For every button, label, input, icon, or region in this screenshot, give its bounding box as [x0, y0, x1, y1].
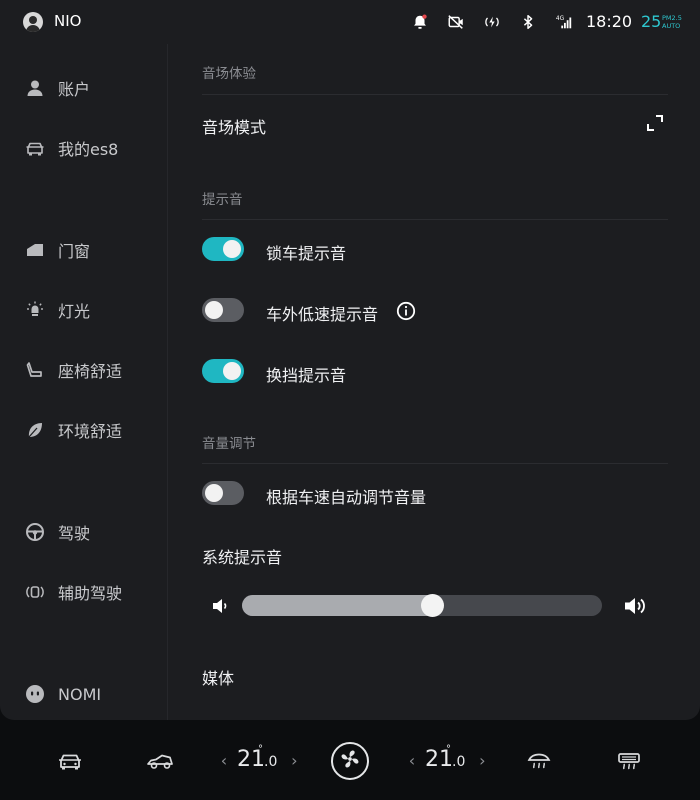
- aqi-label-pm25: PM2.5: [662, 14, 682, 22]
- right-temp-decrease[interactable]: ‹: [405, 751, 419, 770]
- sidebar-item-driver-assist[interactable]: 辅助驾驶: [24, 577, 122, 607]
- notification-bell-icon[interactable]: [410, 12, 430, 32]
- rear-defrost-icon[interactable]: [612, 744, 646, 778]
- low-speed-alert-label: 车外低速提示音: [266, 305, 379, 324]
- avatar[interactable]: [23, 12, 43, 32]
- clock: 18:20: [586, 12, 633, 31]
- bluetooth-icon[interactable]: [518, 12, 538, 32]
- right-temp-increase[interactable]: ›: [475, 751, 489, 770]
- divider: [202, 219, 668, 220]
- sound-field-mode-label[interactable]: 音场模式: [202, 114, 266, 138]
- seat-icon: [24, 359, 46, 381]
- divider: [202, 463, 668, 464]
- info-icon[interactable]: [396, 301, 416, 321]
- expand-icon[interactable]: [646, 114, 664, 132]
- convertible-car-icon[interactable]: [143, 744, 177, 778]
- aqi-value[interactable]: 25: [641, 12, 661, 31]
- system-alert-volume-label: 系统提示音: [202, 548, 283, 567]
- sidebar-item-seat-comfort[interactable]: 座椅舒适: [24, 355, 122, 385]
- volume-high-icon[interactable]: [622, 593, 648, 619]
- leaf-icon: [24, 419, 46, 441]
- toggle-knob: [205, 484, 223, 502]
- section-title-alerts: 提示音: [202, 192, 243, 208]
- front-defrost-icon[interactable]: [522, 744, 556, 778]
- sidebar-item-label: 账户: [58, 80, 91, 99]
- toggle-low-speed-alert[interactable]: [202, 298, 244, 322]
- screen: NIO 4G 18:20 25 PM2.5 AUTO 账户 我的es8 门窗 灯…: [0, 0, 700, 720]
- sidebar-item-label: 我的es8: [58, 140, 119, 159]
- network-type-label: 4G: [556, 16, 565, 22]
- left-temp-decimal: .0: [264, 754, 278, 770]
- toggle-gear-shift-alert[interactable]: [202, 359, 244, 383]
- system-alert-volume-slider[interactable]: [242, 594, 602, 617]
- status-bar: NIO 4G 18:20 25 PM2.5 AUTO: [0, 0, 700, 44]
- left-temp-decrease[interactable]: ‹: [217, 751, 231, 770]
- sidebar: 账户 我的es8 门窗 灯光 座椅舒适 环境舒适 驾驶 辅助驾驶 NOMI: [0, 44, 168, 720]
- slider-knob[interactable]: [421, 594, 445, 617]
- toggle-speed-volume[interactable]: [202, 481, 244, 505]
- driver-assist-icon: [24, 581, 46, 603]
- media-label[interactable]: 媒体: [202, 665, 234, 689]
- sidebar-item-label: 驾驶: [58, 524, 91, 543]
- sidebar-item-lights[interactable]: 灯光: [24, 295, 90, 325]
- left-temperature: ‹ 21 ° .0 ›: [217, 744, 301, 772]
- user-icon: [24, 77, 46, 99]
- sidebar-item-label: NOMI: [58, 684, 102, 704]
- sidebar-item-climate-comfort[interactable]: 环境舒适: [24, 415, 122, 445]
- sidebar-item-my-es8[interactable]: 我的es8: [24, 133, 118, 163]
- right-temp-decimal: .0: [452, 754, 466, 770]
- degree-symbol: °: [258, 744, 263, 755]
- sidebar-item-label: 辅助驾驶: [58, 584, 123, 603]
- gear-shift-alert-label: 换挡提示音: [266, 366, 347, 385]
- signal-4g-icon: 4G: [554, 12, 574, 32]
- sidebar-item-label: 门窗: [58, 242, 91, 261]
- right-temperature: ‹ 21 ° .0 ›: [405, 744, 489, 772]
- section-title-volume: 音量调节: [202, 436, 256, 452]
- sidebar-item-driving[interactable]: 驾驶: [24, 517, 90, 547]
- climate-bar: ‹ 21 ° .0 › ‹ 21 ° .0 ›: [0, 720, 700, 800]
- sidebar-item-nomi[interactable]: NOMI: [24, 679, 101, 709]
- brand-label: NIO: [54, 12, 82, 30]
- degree-symbol: °: [446, 744, 451, 755]
- window-icon: [24, 239, 46, 261]
- steering-wheel-icon: [24, 521, 46, 543]
- sidebar-item-label: 环境舒适: [58, 422, 123, 441]
- aqi-label: PM2.5 AUTO: [662, 14, 682, 30]
- car-front-icon[interactable]: [53, 744, 87, 778]
- camera-off-icon[interactable]: [446, 12, 466, 32]
- light-icon: [24, 299, 46, 321]
- speed-volume-label: 根据车速自动调节音量: [266, 488, 427, 507]
- divider: [202, 94, 668, 95]
- fan-icon: [339, 748, 361, 774]
- slider-fill: [242, 595, 433, 616]
- sidebar-item-label: 灯光: [58, 302, 91, 321]
- section-title-sound-field: 音场体验: [202, 66, 256, 82]
- nomi-icon: [24, 683, 46, 705]
- sidebar-item-doors-windows[interactable]: 门窗: [24, 235, 90, 265]
- left-temp-increase[interactable]: ›: [287, 751, 301, 770]
- wireless-charging-icon[interactable]: [482, 12, 502, 32]
- toggle-knob: [223, 362, 241, 380]
- lock-alert-label: 锁车提示音: [266, 244, 347, 263]
- toggle-lock-alert[interactable]: [202, 237, 244, 261]
- car-icon: [24, 137, 46, 159]
- volume-low-icon[interactable]: [210, 595, 232, 617]
- toggle-knob: [205, 301, 223, 319]
- sidebar-item-label: 座椅舒适: [58, 362, 123, 381]
- aqi-label-auto: AUTO: [662, 22, 681, 30]
- sidebar-item-account[interactable]: 账户: [24, 73, 90, 103]
- fan-button[interactable]: [331, 742, 369, 780]
- toggle-knob: [223, 240, 241, 258]
